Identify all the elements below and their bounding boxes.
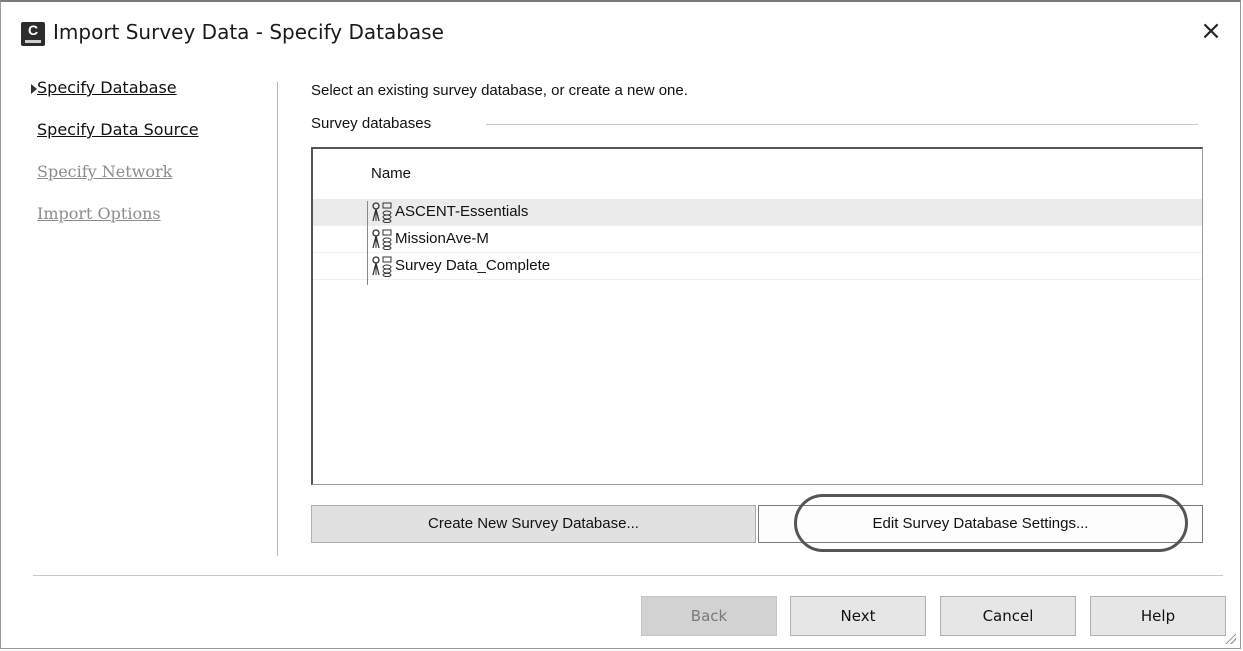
title-bar: C Import Survey Data - Specify Database … [1,2,1240,60]
nav-item-import-options: Import Options [37,204,267,246]
survey-databases-list[interactable]: Name ASCENT-Essentials MissionAve-M Surv… [311,147,1203,485]
back-button: Back [641,596,777,636]
list-item[interactable]: Survey Data_Complete [313,253,1202,279]
list-item-label: MissionAve-M [395,230,489,247]
resize-grip-icon[interactable] [1224,632,1236,644]
nav-item-label: Specify Network [37,162,173,181]
survey-database-icon [372,202,392,223]
footer-divider [33,575,1223,576]
instruction-text: Select an existing survey database, or c… [311,82,688,99]
survey-database-icon [372,229,392,250]
nav-item-label: Import Options [37,204,161,223]
row-separator [313,279,1202,280]
nav-item-label: Specify Database [37,78,177,97]
list-item[interactable]: ASCENT-Essentials [313,199,1202,225]
list-item-label: Survey Data_Complete [395,257,551,274]
next-button[interactable]: Next [790,596,926,636]
group-divider [486,124,1198,125]
group-label: Survey databases [311,115,444,132]
nav-divider [277,82,278,556]
window-title: Import Survey Data - Specify Database [53,20,444,44]
import-survey-data-dialog: C Import Survey Data - Specify Database … [0,0,1241,649]
nav-item-specify-network: Specify Network [37,162,267,204]
wizard-steps-nav: Specify Database Specify Data Source Spe… [31,78,267,246]
survey-database-icon [372,256,392,277]
highlight-callout-oval [794,494,1188,552]
app-icon: C [21,22,45,46]
help-button[interactable]: Help [1090,596,1226,636]
current-step-arrow-icon [31,84,37,94]
nav-item-specify-data-source[interactable]: Specify Data Source [37,120,267,162]
cancel-button[interactable]: Cancel [940,596,1076,636]
create-new-survey-database-button[interactable]: Create New Survey Database... [311,505,756,543]
column-guide-line [367,201,368,285]
list-item[interactable]: MissionAve-M [313,226,1202,252]
close-button[interactable]: × [1196,16,1226,46]
nav-item-specify-database[interactable]: Specify Database [31,78,267,120]
nav-item-label: Specify Data Source [37,120,199,139]
list-item-label: ASCENT-Essentials [395,203,529,220]
column-header-name[interactable]: Name [371,165,411,182]
